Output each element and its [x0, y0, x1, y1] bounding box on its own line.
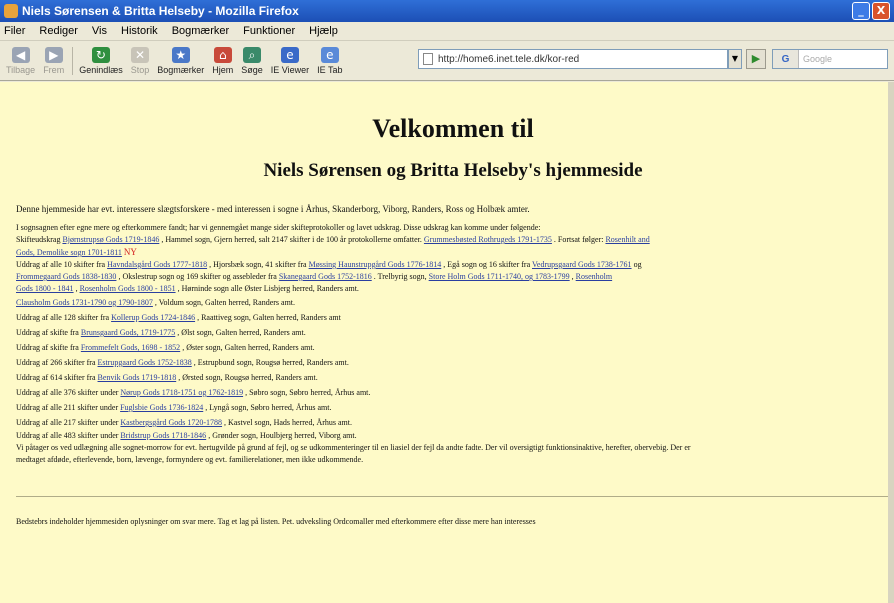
search-box[interactable]: G Google [772, 49, 888, 69]
forward-button[interactable]: ▶ Frem [43, 46, 64, 75]
url-dropdown-button[interactable]: ▼ [728, 49, 742, 69]
reload-button[interactable]: ↻ Genindlæs [79, 46, 123, 75]
minimize-button[interactable]: _ [852, 2, 870, 20]
closing-text: medtaget afdøde, efterlevende, born, læv… [16, 455, 364, 464]
menu-help[interactable]: Hjælp [309, 25, 338, 37]
para-line: Clausholm Gods 1731-1790 og 1790-1807 , … [16, 298, 296, 307]
link-frommegaard[interactable]: Frommegaard Gods 1838-1830 [16, 272, 116, 281]
search-button[interactable]: ⌕ Søge [241, 46, 263, 75]
search-icon: ⌕ [243, 46, 262, 63]
stop-button[interactable]: ✕ Stop [130, 46, 149, 75]
para-line: Gods, Demolike sogn 1701-1811 NY [16, 246, 890, 259]
link-havndalsgard[interactable]: Havndalsgård Gods 1777-1818 [107, 260, 207, 269]
window-title: Niels Sørensen & Britta Helseby - Mozill… [22, 4, 299, 18]
search-placeholder: Google [803, 54, 833, 64]
close-button[interactable]: X [872, 2, 890, 20]
new-badge: NY [123, 247, 137, 257]
list-item: Uddrag af 614 skifter fra Benvik Gods 17… [16, 373, 318, 382]
list-item-link[interactable]: Bridstrup Gods 1718-1846 [120, 431, 206, 440]
menu-tools[interactable]: Funktioner [243, 25, 295, 37]
page-content: Velkommen til Niels Sørensen og Britta H… [0, 82, 894, 603]
bookmarks-button[interactable]: ★ Bogmærker [157, 46, 204, 75]
link-bjornstrup[interactable]: Bjørnstrupsø Gods 1719-1846 [62, 235, 159, 244]
menu-bar: Filer Rediger Vis Historik Bogmærker Fun… [0, 22, 894, 41]
google-icon[interactable]: G [773, 50, 799, 68]
bookmarks-icon: ★ [171, 46, 190, 63]
link-demolike[interactable]: Gods, Demolike sogn 1701-1811 [16, 248, 122, 257]
link-clausholm[interactable]: Clausholm Gods 1731-1790 og 1790-1807 [16, 298, 153, 307]
link-store-holm[interactable]: Store Holm Gods 1711-1740, og 1783-1799 [429, 272, 570, 281]
link-rosenholm-gods[interactable]: Rosenholm Gods 1800 - 1851 [80, 284, 176, 293]
reload-icon: ↻ [91, 46, 110, 63]
list-item: Uddrag af skifte fra Brunsgaard Gods, 17… [16, 328, 306, 337]
url-text: http://home6.inet.tele.dk/kor-red [438, 53, 580, 65]
menu-file[interactable]: Filer [4, 25, 25, 37]
list-item-link[interactable]: Fuglsbie Gods 1736-1824 [120, 403, 203, 412]
list-item-link[interactable]: Kastbergsgård Gods 1720-1788 [120, 418, 222, 427]
list-item-link[interactable]: Frommefelt Gods, 1698 - 1852 [81, 343, 180, 352]
link-rosenhilt[interactable]: Rosenhilt and [605, 235, 649, 244]
page-title: Velkommen til [372, 114, 534, 143]
ie-tab-icon: e [320, 46, 339, 63]
home-button[interactable]: ⌂ Hjem [212, 46, 233, 75]
list-item: Uddrag af alle 217 skifter under Kastber… [16, 418, 353, 427]
link-grummesbosted[interactable]: Grummesbøsted Rothrugeds 1791-1735 [424, 235, 552, 244]
ie-viewer-button[interactable]: e IE Viewer [271, 46, 309, 75]
link-gods-1800[interactable]: Gods 1800 - 1841 [16, 284, 74, 293]
firefox-icon [4, 4, 18, 18]
url-bar[interactable]: http://home6.inet.tele.dk/kor-red [418, 49, 728, 69]
list-item: Uddrag af alle 128 skifter fra Kollerup … [16, 313, 341, 322]
list-item-link[interactable]: Estrupgaard Gods 1752-1838 [98, 358, 192, 367]
list-item-link[interactable]: Benvik Gods 1719-1818 [98, 373, 177, 382]
list-item-link[interactable]: Brunsgaard Gods, 1719-1775 [81, 328, 175, 337]
para-line: Uddrag af alle 10 skifter fra Havndalsgå… [16, 260, 642, 269]
list-item: Uddrag af 266 skifter fra Estrupgaard Go… [16, 358, 349, 367]
intro-text: Denne hjemmeside har evt. interessere sl… [16, 204, 530, 214]
go-button[interactable]: ▶ [746, 49, 766, 69]
page-subtitle: Niels Sørensen og Britta Helseby's hjemm… [263, 160, 643, 181]
divider [16, 496, 890, 497]
window-titlebar: Niels Sørensen & Britta Helseby - Mozill… [0, 0, 894, 22]
ie-tab-button[interactable]: e IE Tab [317, 46, 343, 75]
menu-bookmarks[interactable]: Bogmærker [172, 25, 229, 37]
list-item-link[interactable]: Kollerup Gods 1724-1846 [111, 313, 195, 322]
home-icon: ⌂ [213, 46, 232, 63]
menu-view[interactable]: Vis [92, 25, 107, 37]
footer-text: Bedstebrs indeholder hjemmesiden oplysni… [16, 517, 536, 526]
list-item: Uddrag af alle 376 skifter under Nørup G… [16, 388, 371, 397]
list-item: Uddrag af alle 483 skifter under Bridstr… [16, 431, 357, 440]
back-button[interactable]: ◀ Tilbage [6, 46, 35, 75]
menu-edit[interactable]: Rediger [39, 25, 78, 37]
list-item: Uddrag af skifte fra Frommefelt Gods, 16… [16, 343, 315, 352]
link-skanegaard[interactable]: Skanegaard Gods 1752-1816 [279, 272, 372, 281]
page-icon [423, 53, 433, 65]
link-vedrupsgaard[interactable]: Vedrupsgaard Gods 1738-1761 [532, 260, 632, 269]
toolbar-separator [72, 46, 74, 75]
link-mossing[interactable]: Møssing Haunstrupgård Gods 1776-1814 [309, 260, 442, 269]
para-line: Frommegaard Gods 1838-1830 , Okslestrup … [16, 272, 613, 281]
para-line: Skifteudskrag Bjørnstrupsø Gods 1719-184… [16, 235, 650, 244]
menu-history[interactable]: Historik [121, 25, 158, 37]
list-item: Uddrag af alle 211 skifter under Fuglsbi… [16, 403, 332, 412]
ie-viewer-icon: e [280, 46, 299, 63]
vertical-scrollbar[interactable] [888, 82, 894, 603]
list-item-link[interactable]: Nørup Gods 1718-1751 og 1762-1819 [120, 388, 243, 397]
link-rosenholm[interactable]: Rosenholm [576, 272, 612, 281]
forward-arrow-icon: ▶ [44, 46, 63, 63]
para-line: Gods 1800 - 1841 , Rosenholm Gods 1800 -… [16, 284, 359, 293]
closing-text: Vi påtager os ved udlægning alle sognet-… [16, 443, 691, 452]
para-line: I sognsagnen efter egne mere og efterkom… [16, 223, 541, 232]
back-arrow-icon: ◀ [11, 46, 30, 63]
stop-icon: ✕ [130, 46, 149, 63]
